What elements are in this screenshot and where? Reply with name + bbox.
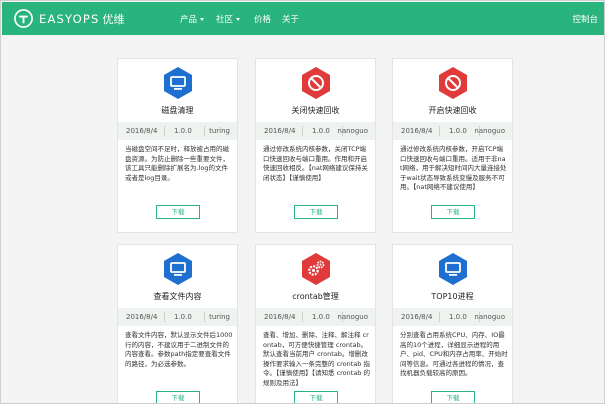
- card-description: 查看文件内容，默认显示文件后1000行的内容，不建议用于二进制文件的内容查看。参…: [125, 331, 233, 368]
- brand-name[interactable]: EASYOPS 优维: [39, 11, 125, 27]
- monitor-icon: [439, 253, 467, 285]
- card-date: 2016/8/4: [126, 127, 158, 135]
- top-navbar: EASYOPS 优维 产品 社区 价格 关于 控制台: [2, 2, 604, 35]
- divider: [164, 126, 165, 136]
- card-title: TOP10进程: [431, 292, 474, 301]
- download-button[interactable]: 下载: [294, 205, 338, 219]
- card-version: 1.0.0: [312, 127, 330, 135]
- card-author: nanoguo: [337, 127, 368, 135]
- card-meta: 2016/8/4 1.0.0 nanoguo: [256, 308, 375, 326]
- card-description: 通过修改系统内核参数，关闭TCP端口快速回收与端口重用。作用和开启快速回收相反。…: [263, 145, 368, 182]
- prohibited-icon: [439, 67, 467, 99]
- nav-item-label: 关于: [282, 15, 300, 25]
- divider: [204, 126, 205, 136]
- tool-card: 磁盘清理 2016/8/4 1.0.0 turing 当磁盘空间不足时，释放被占…: [117, 58, 238, 233]
- divider: [302, 126, 303, 136]
- card-date: 2016/8/4: [401, 313, 433, 321]
- tool-card: crontab管理 2016/8/4 1.0.0 nanoguo 查看、增加、删…: [255, 244, 376, 403]
- chevron-down-icon: [200, 18, 205, 21]
- brand-cn: 优维: [102, 13, 125, 26]
- prohibited-icon: [302, 67, 330, 99]
- console-link[interactable]: 控制台: [572, 13, 598, 25]
- monitor-icon: [164, 253, 192, 285]
- card-version: 1.0.0: [449, 127, 467, 135]
- brand-en: EASYOPS: [39, 12, 100, 26]
- divider: [439, 312, 440, 322]
- card-version: 1.0.0: [174, 313, 192, 321]
- card-title: 关闭快速回收: [291, 106, 340, 115]
- card-description: 当磁盘空间不足时，释放被占用的磁盘资源。为防止删除一些重要文件，该工具只能删除扩…: [125, 145, 229, 182]
- divider: [302, 312, 303, 322]
- nav-item-pricing[interactable]: 价格: [254, 13, 271, 25]
- gears-icon: [302, 253, 330, 285]
- nav-item-products[interactable]: 产品: [180, 13, 205, 25]
- card-version: 1.0.0: [312, 313, 330, 321]
- card-date: 2016/8/4: [264, 313, 296, 321]
- tool-card: 查看文件内容 2016/8/4 1.0.0 turing 查看文件内容，默认显示…: [117, 244, 238, 403]
- download-button[interactable]: 下载: [431, 205, 475, 219]
- card-meta: 2016/8/4 1.0.0 nanoguo: [393, 308, 512, 326]
- card-title: 磁盘清理: [161, 106, 194, 115]
- nav-item-label: 价格: [254, 15, 272, 25]
- card-meta: 2016/8/4 1.0.0 turing: [118, 122, 237, 140]
- card-title: crontab管理: [292, 292, 339, 301]
- card-title: 查看文件内容: [153, 292, 202, 301]
- card-description: 通过修改系统内核参数，开启TCP端口快速回收与端口重用。适用于非nat网络，用于…: [400, 145, 507, 192]
- nav-item-community[interactable]: 社区: [216, 13, 241, 25]
- tool-card: 开启快速回收 2016/8/4 1.0.0 nanoguo 通过修改系统内核参数…: [392, 58, 513, 233]
- nav-item-about[interactable]: 关于: [282, 13, 299, 25]
- card-date: 2016/8/4: [401, 127, 433, 135]
- download-button[interactable]: 下载: [156, 205, 200, 219]
- card-version: 1.0.0: [174, 127, 192, 135]
- browser-frame: EASYOPS 优维 产品 社区 价格 关于 控制台 磁盘清理 2016/8/4 …: [0, 0, 605, 404]
- card-version: 1.0.0: [449, 313, 467, 321]
- card-description: 查看、增加、删除、注释、解注释 crontab，可方便快捷管理 crontab。…: [263, 331, 370, 387]
- card-author: turing: [209, 127, 230, 135]
- nav-item-label: 产品: [180, 15, 198, 25]
- monitor-icon: [164, 67, 192, 99]
- card-title: 开启快速回收: [428, 106, 477, 115]
- divider: [439, 126, 440, 136]
- card-author: nanoguo: [474, 127, 505, 135]
- card-meta: 2016/8/4 1.0.0 nanoguo: [256, 122, 375, 140]
- divider: [164, 312, 165, 322]
- easyops-logo-icon[interactable]: [14, 9, 33, 28]
- card-author: nanoguo: [337, 313, 368, 321]
- download-button[interactable]: 下载: [431, 391, 475, 403]
- card-date: 2016/8/4: [126, 313, 158, 321]
- download-button[interactable]: 下载: [294, 391, 338, 403]
- card-author: turing: [209, 313, 230, 321]
- tool-card: 关闭快速回收 2016/8/4 1.0.0 nanoguo 通过修改系统内核参数…: [255, 58, 376, 233]
- tool-card: TOP10进程 2016/8/4 1.0.0 nanoguo 分别查看占用系统C…: [392, 244, 513, 403]
- card-description: 分别查看占用系统CPU、内存、IO最高的10个进程，详细显示进程的用户、pid、…: [400, 331, 508, 378]
- chevron-down-icon: [236, 18, 241, 21]
- card-meta: 2016/8/4 1.0.0 nanoguo: [393, 122, 512, 140]
- download-button[interactable]: 下载: [156, 391, 200, 403]
- nav-item-label: 社区: [216, 15, 234, 25]
- card-date: 2016/8/4: [264, 127, 296, 135]
- card-author: nanoguo: [474, 313, 505, 321]
- divider: [204, 312, 205, 322]
- card-meta: 2016/8/4 1.0.0 turing: [118, 308, 237, 326]
